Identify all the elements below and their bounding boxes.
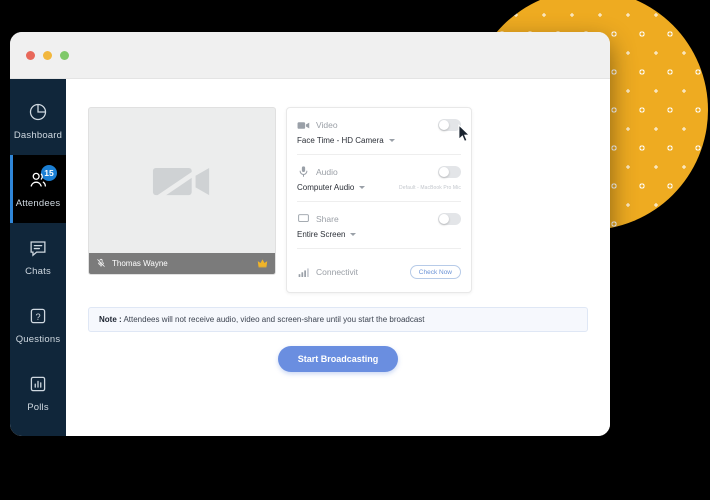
sidebar-item-dashboard[interactable]: Dashboard bbox=[10, 87, 66, 155]
chat-bubble-icon bbox=[27, 237, 49, 259]
audio-device-value: Computer Audio bbox=[297, 183, 355, 192]
crown-icon bbox=[257, 255, 268, 273]
signal-bars-icon bbox=[297, 266, 310, 279]
sidebar-item-polls[interactable]: Polls bbox=[10, 359, 66, 427]
sidebar-item-questions[interactable]: ? Questions bbox=[10, 291, 66, 359]
connectivity-header: Connectivit Check Now bbox=[297, 259, 461, 283]
check-now-button[interactable]: Check Now bbox=[409, 265, 461, 279]
app-window: Dashboard 15 Attendees Chats ? Questions… bbox=[10, 32, 610, 436]
microphone-icon bbox=[297, 165, 310, 178]
start-broadcasting-button[interactable]: Start Broadcasting bbox=[277, 346, 399, 372]
settings-row-value[interactable]: Entire Screen bbox=[297, 230, 461, 239]
settings-row-header: Video bbox=[297, 118, 461, 131]
audio-device-hint: Default - MacBook Pro Mic bbox=[399, 184, 461, 191]
broadcast-button-row: Start Broadcasting bbox=[88, 346, 588, 372]
people-icon bbox=[27, 169, 49, 191]
chevron-down-icon bbox=[350, 233, 357, 236]
main-content: Thomas Wayne Video Face Time - HD Camera… bbox=[66, 79, 610, 436]
settings-row-video: Video Face Time - HD Camera bbox=[297, 108, 461, 155]
sidebar-item-label: Chats bbox=[25, 266, 51, 277]
connectivity-label: Connectivit bbox=[316, 267, 359, 277]
settings-label: Video bbox=[316, 119, 338, 130]
settings-row-header: Share bbox=[297, 212, 461, 225]
question-box-icon: ? bbox=[27, 305, 49, 327]
minimize-button[interactable] bbox=[43, 50, 52, 60]
sidebar-item-label: Attendees bbox=[15, 198, 61, 209]
close-button[interactable] bbox=[26, 50, 35, 60]
mic-muted-icon bbox=[96, 255, 106, 273]
settings-row-connectivity: Connectivit Check Now bbox=[297, 249, 461, 292]
video-device-value: Face Time - HD Camera bbox=[297, 136, 384, 145]
monitor-icon bbox=[297, 212, 310, 225]
maximize-button[interactable] bbox=[60, 50, 69, 60]
window-titlebar bbox=[10, 32, 610, 79]
settings-label: Share bbox=[316, 213, 339, 224]
participant-nametag: Thomas Wayne bbox=[89, 253, 275, 274]
camera-off-icon bbox=[151, 160, 213, 209]
chevron-down-icon bbox=[388, 139, 395, 142]
window-body: Dashboard 15 Attendees Chats ? Questions… bbox=[10, 79, 610, 436]
settings-row-audio: Audio Computer Audio Default - MacBook P… bbox=[297, 155, 461, 202]
settings-row-value[interactable]: Face Time - HD Camera bbox=[297, 136, 461, 145]
preview-and-settings: Thomas Wayne Video Face Time - HD Camera… bbox=[88, 107, 588, 293]
video-toggle[interactable] bbox=[438, 118, 461, 131]
pie-chart-icon bbox=[27, 101, 49, 123]
video-camera-icon bbox=[297, 118, 310, 131]
sidebar-item-label: Questions bbox=[15, 334, 61, 345]
settings-row-value[interactable]: Computer Audio Default - MacBook Pro Mic bbox=[297, 183, 461, 192]
broadcast-note: Note : Attendees will not receive audio,… bbox=[88, 307, 588, 332]
sidebar-item-attendees[interactable]: 15 Attendees bbox=[10, 155, 66, 223]
video-preview[interactable]: Thomas Wayne bbox=[88, 107, 276, 275]
settings-row-share: Share Entire Screen bbox=[297, 202, 461, 249]
sidebar: Dashboard 15 Attendees Chats ? Questions… bbox=[10, 79, 66, 436]
note-prefix: Note : bbox=[99, 315, 122, 324]
share-toggle[interactable] bbox=[438, 212, 461, 225]
sidebar-item-chats[interactable]: Chats bbox=[10, 223, 66, 291]
audio-toggle[interactable] bbox=[438, 165, 461, 178]
settings-row-header: Audio bbox=[297, 165, 461, 178]
sidebar-item-label: Polls bbox=[27, 402, 49, 413]
note-text: Attendees will not receive audio, video … bbox=[123, 315, 425, 324]
screenshot-root: Dashboard 15 Attendees Chats ? Questions… bbox=[0, 0, 710, 500]
device-settings-card: Video Face Time - HD Camera Audio Comput… bbox=[286, 107, 472, 293]
share-source-value: Entire Screen bbox=[297, 230, 346, 239]
bar-chart-icon bbox=[27, 373, 49, 395]
chevron-down-icon bbox=[359, 186, 366, 189]
svg-text:?: ? bbox=[35, 312, 40, 322]
sidebar-item-label: Dashboard bbox=[13, 130, 63, 141]
participant-name: Thomas Wayne bbox=[112, 259, 168, 268]
settings-label: Audio bbox=[316, 166, 338, 177]
